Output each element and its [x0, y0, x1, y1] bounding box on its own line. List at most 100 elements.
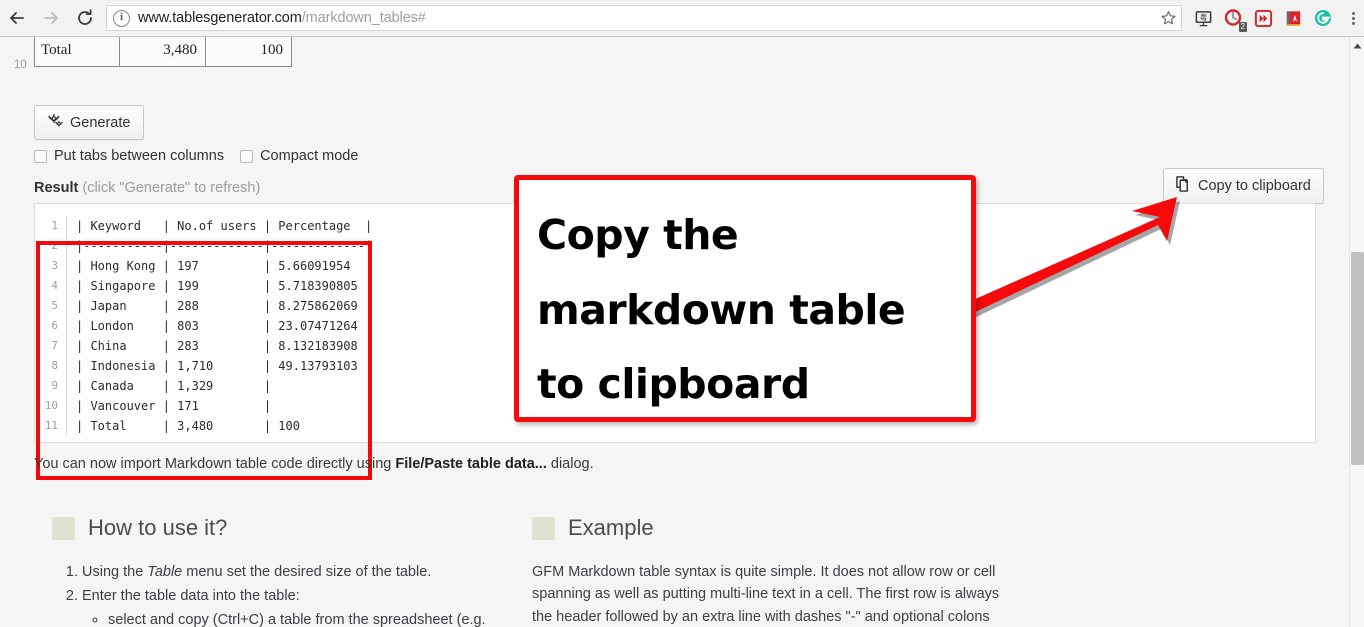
back-button[interactable]	[0, 1, 34, 35]
code-line-text: | Canada | 1,329 | |	[66, 376, 372, 396]
how-to-section: How to use it? Using the Table menu set …	[52, 515, 522, 627]
url-domain: www.tablesgenerator.com	[138, 10, 302, 26]
adblock-extension-icon[interactable]: 2	[1218, 3, 1248, 33]
extension-badge-count: 2	[1238, 22, 1247, 32]
line-number: 11	[44, 419, 58, 432]
extension-icons: 粤 2	[1188, 3, 1342, 33]
option-put-tabs[interactable]: Put tabs between columns	[34, 148, 224, 164]
example-paragraph: GFM Markdown table syntax is quite simpl…	[532, 564, 1000, 625]
line-number: 5	[51, 299, 58, 312]
example-section: Example GFM Markdown table syntax is qui…	[532, 515, 1002, 627]
gears-icon	[48, 113, 63, 132]
markdown-code-output[interactable]: 1 | Keyword | No.of users | Percentage |…	[40, 210, 372, 442]
result-heading-hint: (click "Generate" to refresh)	[82, 180, 261, 196]
code-line: 3 | Hong Kong | 197 | 5.66091954 |	[40, 256, 372, 276]
code-line: 4 | Singapore | 199 | 5.718390805 |	[40, 276, 372, 296]
list-item: Enter the table data into the table: sel…	[82, 585, 522, 627]
footnote-text-after: dialog.	[546, 456, 594, 472]
code-line: 8 | Indonesia | 1,710 | 49.13793103 |	[40, 356, 372, 376]
option-compact-mode[interactable]: Compact mode	[240, 148, 358, 164]
table-cell-keyword[interactable]: Total	[34, 37, 120, 67]
address-bar[interactable]: i www.tablesgenerator.com/markdown_table…	[106, 5, 1182, 31]
import-footnote: You can now import Markdown table code d…	[34, 456, 594, 472]
footnote-text-bold: File/Paste table data...	[395, 456, 547, 472]
list-item: Using the Table menu set the desired siz…	[82, 561, 522, 583]
code-line-text: | Vancouver | 171 | |	[66, 396, 372, 416]
put-tabs-checkbox[interactable]	[34, 149, 47, 163]
code-line-text: |-----------|-------------|-------------…	[66, 236, 372, 256]
step-text-before: Using the	[82, 564, 148, 580]
browser-toolbar: i www.tablesgenerator.com/markdown_table…	[0, 0, 1364, 37]
three-dot-menu-icon[interactable]	[1342, 3, 1364, 33]
svg-text:粤: 粤	[1199, 12, 1207, 22]
code-line-text: | Singapore | 199 | 5.718390805 |	[66, 276, 372, 296]
code-line: 6 | London | 803 | 23.07471264 |	[40, 316, 372, 336]
menu-dot	[1351, 11, 1355, 15]
table-cell-percentage[interactable]: 100	[205, 37, 292, 67]
line-number: 7	[51, 339, 58, 352]
site-info-icon[interactable]: i	[113, 9, 130, 27]
generate-button[interactable]: Generate	[34, 105, 145, 140]
result-heading: Result (click "Generate" to refresh)	[34, 180, 260, 196]
step-text-italic: Table	[147, 564, 183, 580]
line-number: 6	[51, 319, 58, 332]
code-line: 5 | Japan | 288 | 8.275862069 |	[40, 296, 372, 316]
code-line-text: | Japan | 288 | 8.275862069 |	[66, 296, 372, 316]
video-downloader-extension-icon[interactable]	[1248, 3, 1278, 33]
code-line: 2 |-----------|-------------|-----------…	[40, 236, 372, 256]
line-number: 2	[51, 239, 58, 252]
url-path: /markdown_tables#	[301, 10, 426, 26]
code-line: 7 | China | 283 | 8.132183908 |	[40, 336, 372, 356]
table-row[interactable]: Total 3,480 100	[34, 37, 292, 67]
compact-mode-checkbox[interactable]	[240, 149, 254, 163]
code-line-text: | Hong Kong | 197 | 5.66091954 |	[66, 256, 372, 276]
copy-to-clipboard-button[interactable]: Copy to clipboard	[1163, 168, 1324, 204]
scrollbar-thumb[interactable]	[1351, 252, 1364, 465]
copy-to-clipboard-label: Copy to clipboard	[1198, 178, 1311, 194]
compact-mode-label: Compact mode	[260, 148, 359, 164]
menu-dot	[1351, 16, 1355, 20]
url-text: www.tablesgenerator.com/markdown_tables#	[138, 10, 426, 26]
code-line-text: | China | 283 | 8.132183908 |	[66, 336, 372, 356]
scroll-up-arrow-icon[interactable]	[1350, 40, 1364, 52]
bookmark-star-icon[interactable]	[1160, 10, 1177, 27]
code-line: 1 | Keyword | No.of users | Percentage |	[40, 216, 372, 236]
row-number: 10	[14, 59, 27, 71]
how-to-substeps: select and copy (Ctrl+C) a table from th…	[82, 610, 522, 627]
forward-button[interactable]	[34, 1, 68, 35]
step-text-before: Enter the table data into the table:	[82, 588, 300, 605]
line-number: 8	[51, 359, 58, 372]
table-editor[interactable]: 10 Total 3,480 100	[14, 37, 324, 71]
clipboard-copy-icon	[1176, 176, 1191, 196]
annotation-callout: Copy the markdown table to clipboard	[514, 175, 976, 422]
section-marker-square-icon	[532, 516, 555, 540]
line-number: 3	[51, 259, 58, 272]
code-line-text: | Indonesia | 1,710 | 49.13793103 |	[66, 356, 372, 376]
line-number: 4	[51, 279, 58, 292]
code-line-text: | Keyword | No.of users | Percentage |	[66, 216, 372, 236]
how-to-title: How to use it?	[88, 515, 228, 540]
example-title: Example	[568, 515, 654, 540]
ime-extension-icon[interactable]: 粤	[1188, 3, 1218, 33]
menu-dot	[1351, 21, 1355, 25]
table-cell-users[interactable]: 3,480	[119, 37, 206, 67]
grammarly-extension-icon[interactable]	[1308, 3, 1338, 33]
put-tabs-label: Put tabs between columns	[54, 148, 225, 164]
list-item: select and copy (Ctrl+C) a table from th…	[108, 610, 522, 627]
footnote-text-before: You can now import Markdown table code d…	[34, 456, 396, 472]
table-editor-grid[interactable]: Total 3,480 100	[34, 37, 292, 67]
dictionary-extension-icon[interactable]	[1278, 3, 1308, 33]
result-heading-label: Result	[34, 180, 79, 196]
reload-button[interactable]	[68, 1, 102, 35]
code-line: 9 | Canada | 1,329 | |	[40, 376, 372, 396]
page-scrollbar[interactable]	[1349, 37, 1364, 627]
how-to-steps: Using the Table menu set the desired siz…	[52, 561, 522, 627]
code-line: 11 | Total | 3,480 | 100 |	[40, 416, 372, 436]
line-number: 1	[51, 219, 58, 232]
page-viewport: 10 Total 3,480 100 Generate Put tabs bet…	[0, 37, 1364, 627]
how-to-heading: How to use it?	[52, 515, 522, 541]
annotation-callout-text: Copy the markdown table to clipboard	[537, 211, 906, 409]
example-heading: Example	[532, 515, 1002, 541]
section-marker-square-icon	[52, 516, 75, 540]
generate-button-label: Generate	[70, 114, 131, 131]
